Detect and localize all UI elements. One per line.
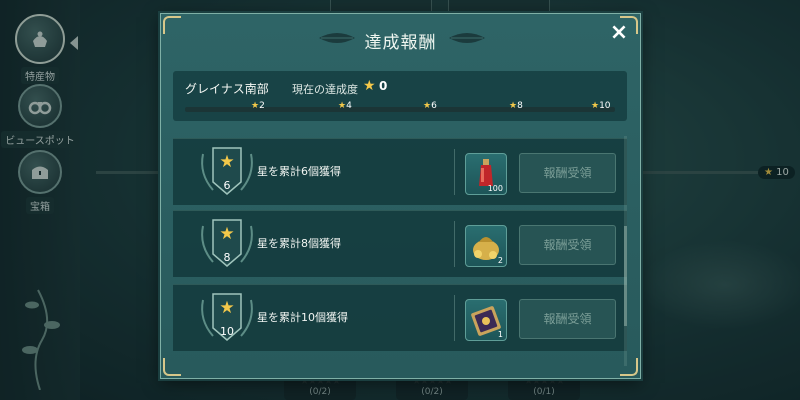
corner-ornament: [163, 358, 181, 376]
close-icon: ×: [609, 20, 629, 45]
star-icon: ★: [509, 101, 518, 111]
milestone-marker: ★8: [509, 101, 523, 111]
progress-track: [185, 107, 615, 112]
achievement-progress-panel: グレイナス南部 現在の達成度 ★ 0 ★2 ★4 ★6 ★8 ★10: [173, 71, 627, 121]
close-button[interactable]: ×: [608, 22, 630, 44]
milestone-marker: ★6: [423, 101, 437, 111]
star-icon: ★: [219, 298, 235, 318]
item-count: 1: [497, 330, 503, 339]
achievement-rate-label: 現在の達成度: [292, 83, 358, 96]
star-icon: ★: [219, 224, 235, 244]
milestone-marker: ★2: [251, 101, 265, 111]
divider: [454, 149, 455, 195]
reward-item-slot[interactable]: 100: [465, 153, 507, 195]
star-icon: ★: [423, 101, 432, 111]
star-icon: ★: [338, 101, 347, 111]
milestone-marker: ★10: [591, 101, 611, 111]
milestone-marker: ★4: [338, 101, 352, 111]
reward-row: ★ 10 星を累計10個獲得 1 報酬受領: [173, 284, 627, 351]
dialog-title: 達成報酬: [364, 33, 437, 53]
star-rank-emblem-icon: ★ 10: [195, 290, 259, 348]
star-icon: ★: [363, 78, 376, 94]
reward-item-slot[interactable]: 1: [465, 299, 507, 341]
divider: [454, 221, 455, 267]
reward-condition: 星を累計8個獲得: [257, 237, 341, 250]
reward-row: ★ 6 星を累計6個獲得 100 報酬受領: [173, 138, 627, 205]
reward-condition: 星を累計6個獲得: [257, 165, 341, 178]
reward-condition: 星を累計10個獲得: [257, 311, 348, 324]
leaf-ornament-icon: [449, 33, 485, 43]
reward-row: ★ 8 星を累計8個獲得 2 報酬受領: [173, 210, 627, 277]
star-icon: ★: [219, 152, 235, 172]
star-icon: ★: [251, 101, 260, 111]
star-rank-emblem-icon: ★ 8: [195, 216, 259, 274]
achievement-rate-value: 0: [379, 79, 388, 93]
star-rank-emblem-icon: ★ 6: [195, 144, 259, 202]
corner-ornament: [620, 358, 638, 376]
scrollbar[interactable]: [624, 136, 627, 366]
claim-reward-button[interactable]: 報酬受領: [519, 299, 616, 339]
area-name: グレイナス南部: [185, 82, 269, 96]
divider: [454, 295, 455, 341]
claim-reward-button[interactable]: 報酬受領: [519, 225, 616, 265]
item-count: 2: [497, 256, 503, 265]
claim-reward-button[interactable]: 報酬受領: [519, 153, 616, 193]
item-count: 100: [487, 184, 503, 193]
reward-item-slot[interactable]: 2: [465, 225, 507, 267]
achievement-reward-dialog: 達成報酬 × グレイナス南部 現在の達成度 ★ 0 ★2 ★4 ★6 ★8 ★1…: [160, 13, 641, 379]
star-icon: ★: [591, 101, 600, 111]
scroll-thumb[interactable]: [624, 226, 627, 326]
